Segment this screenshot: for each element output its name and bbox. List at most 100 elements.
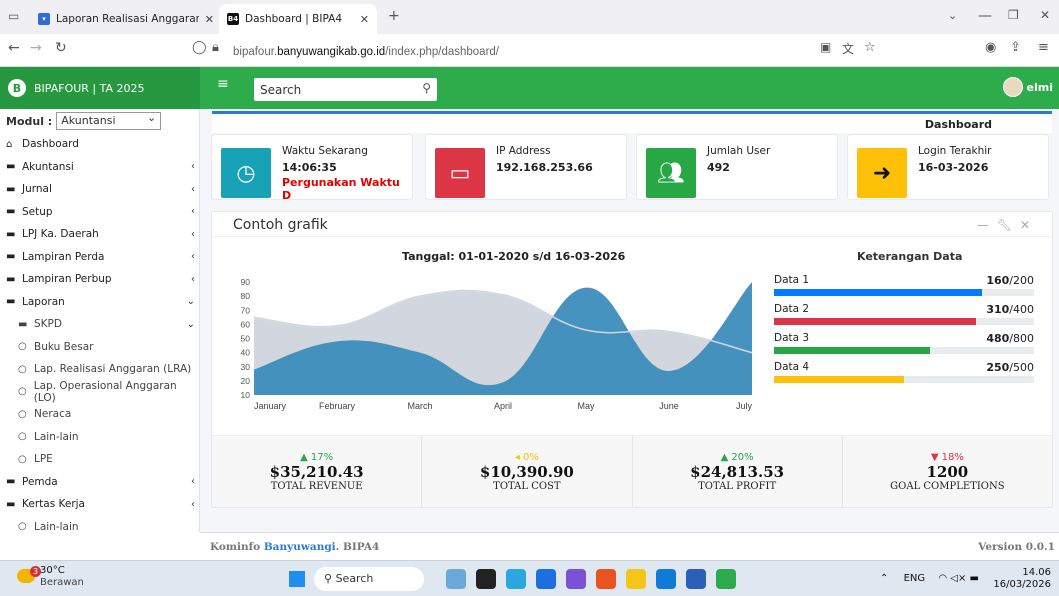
footer-suffix: . BIPA4 [335, 541, 380, 553]
window-close-icon[interactable]: ✕ [1040, 8, 1050, 22]
collapse-icon[interactable]: — [977, 218, 997, 232]
tab-list-icon[interactable]: ▭ [8, 9, 19, 23]
sidebar-item[interactable]: ○ Lap. Realisasi Anggaran (LRA) [0, 358, 199, 381]
wifi-icon[interactable]: ◠ [938, 573, 947, 584]
app-icon-browser[interactable] [536, 569, 556, 589]
stat-block: ◂ 0% $10,390.90 TOTAL COST [422, 436, 633, 507]
browser-tab-dashboard[interactable]: B4 Dashboard | BIPA4 ✕ [219, 4, 377, 34]
restore-icon[interactable]: ❐ [1008, 8, 1019, 22]
app-icon-whatsapp[interactable] [506, 569, 526, 589]
progress-num: 250 [986, 361, 1010, 374]
info-box-value: 14:06:35 [282, 161, 337, 174]
progress-bar [774, 289, 1034, 296]
windows-start-icon[interactable] [289, 571, 305, 587]
circle-icon: ○ [18, 453, 27, 465]
sidebar-item[interactable]: ▬ SKPD ⌄ [0, 313, 199, 336]
folder-icon: ▬ [6, 183, 16, 195]
info-box-label: Jumlah User [707, 145, 771, 157]
new-tab-icon[interactable]: + [388, 8, 400, 24]
app-icon-explorer[interactable] [626, 569, 646, 589]
search-input[interactable]: Search ⚲ [254, 78, 437, 101]
volume-icon[interactable]: ◁× [950, 573, 966, 584]
reader-view-icon[interactable]: ▣ [820, 40, 831, 54]
system-tray: ⌃ ENG ◠ ◁× ▬ [880, 573, 979, 584]
x-tick-label: March [407, 401, 432, 411]
folder-icon: ▬ [6, 296, 16, 308]
sidebar-item[interactable]: ○ LPE [0, 448, 199, 471]
sidebar-item[interactable]: ▬ Laporan ⌄ [0, 291, 199, 314]
brand-title: BIPAFOUR | TA 2025 [34, 81, 145, 95]
battery-icon[interactable]: ▬ [970, 573, 979, 584]
user-name: elmi [1026, 80, 1053, 94]
app-icon-firefox[interactable] [596, 569, 616, 589]
y-tick-label: 40 [241, 348, 251, 358]
lock-icon[interactable]: 🔒︎ [212, 40, 219, 55]
stat-label: TOTAL REVENUE [270, 481, 363, 492]
taskbar-search[interactable]: ⚲ Search [314, 567, 424, 591]
sidebar-item[interactable]: ▬ Akuntansi ‹ [0, 156, 199, 179]
y-tick-label: 60 [241, 319, 251, 329]
progress-bar [774, 347, 1034, 354]
minimize-icon[interactable]: — [978, 8, 992, 24]
sidebar-item[interactable]: ○ Buku Besar [0, 336, 199, 359]
app-icon-terminal[interactable] [476, 569, 496, 589]
progress-den: /800 [1009, 332, 1034, 345]
app-icon-photos[interactable] [446, 569, 466, 589]
card-close-icon[interactable]: ✕ [1020, 218, 1038, 232]
app-icon-word[interactable] [686, 569, 706, 589]
shield-icon[interactable]: ◯ [192, 40, 207, 55]
sidebar-item[interactable]: ▬ LPJ Ka. Daerah ‹ [0, 223, 199, 246]
tab-dropdown-icon[interactable]: ⌄ [948, 9, 957, 22]
app-icon-chrome[interactable] [716, 569, 736, 589]
sidebar-item[interactable]: ▬ Lampiran Perda ‹ [0, 246, 199, 269]
wrench-icon[interactable]: 🔧︎ [997, 218, 1020, 232]
menu-icon[interactable]: ≡ [1038, 40, 1049, 55]
extensions-icon[interactable]: ⇪ [1010, 40, 1021, 55]
tray-chevron-icon[interactable]: ⌃ [880, 573, 888, 584]
search-icon[interactable]: ⚲ [422, 81, 431, 95]
user-menu[interactable]: elmi [1002, 77, 1053, 97]
progress-fill [774, 318, 976, 325]
address-bar[interactable]: bipafour.banyuwangikab.go.id/index.php/d… [233, 46, 499, 58]
forward-icon[interactable]: → [30, 40, 42, 56]
sidebar-item-label: Lain-lain [34, 430, 79, 443]
back-icon[interactable]: ← [8, 40, 20, 56]
brand-logo-icon: B [8, 79, 26, 97]
translate-icon[interactable]: 文 [842, 40, 854, 57]
users-icon: 👥︎ [646, 148, 696, 198]
tab-close-icon[interactable]: ✕ [360, 13, 369, 26]
y-tick-label: 50 [241, 334, 251, 344]
sidebar-item[interactable]: ▬ Setup ‹ [0, 201, 199, 224]
stat-value: $35,210.43 [269, 463, 364, 481]
reload-icon[interactable]: ↻ [55, 40, 67, 56]
sidebar-item[interactable]: ○ Lap. Operasional Anggaran (LO) [0, 380, 199, 404]
app-icon-copilot[interactable] [566, 569, 586, 589]
account-icon[interactable]: ◉ [985, 40, 996, 55]
sidebar-item-label: Laporan [22, 295, 65, 308]
sidebar-item-label: LPJ Ka. Daerah [22, 228, 99, 241]
tab-close-icon[interactable]: ✕ [205, 13, 214, 26]
sidebar-item[interactable]: ▬ Pemda ‹ [0, 471, 199, 494]
lang-indicator[interactable]: ENG [904, 573, 926, 584]
avatar [1002, 77, 1023, 97]
sidebar-item[interactable]: ▬ Lampiran Perbup ‹ [0, 268, 199, 291]
sidebar-item[interactable]: ○ Neraca [0, 403, 199, 426]
stat-block: ▲ 20% $24,813.53 TOTAL PROFIT [633, 436, 843, 507]
clock[interactable]: 14.06 16/03/2026 [993, 567, 1051, 591]
sidebar-item[interactable]: ⌂ Dashboard [0, 133, 199, 156]
browser-tab-lra[interactable]: ▾ Laporan Realisasi Anggaran - Al ✕ [30, 4, 222, 34]
modul-select[interactable]: Akuntansi [56, 111, 162, 130]
sidebar-item-label: SKPD [34, 318, 62, 331]
weather-widget[interactable]: 30°C Berawan [40, 565, 84, 589]
hamburger-menu-icon[interactable]: ≡ [217, 76, 229, 92]
sidebar-item[interactable]: ○ Lain-lain [0, 426, 199, 449]
app-brand[interactable]: B BIPAFOUR | TA 2025 [0, 67, 200, 109]
sidebar-menu: ⌂ Dashboard ▬ Akuntansi ‹ ▬ Jurnal ‹ ▬ Setup ‹ ▬ LPJ… [0, 133, 199, 538]
footer-org-link[interactable]: Banyuwangi [264, 541, 336, 553]
app-icon-edge[interactable] [656, 569, 676, 589]
progress-num: 160 [986, 274, 1010, 287]
bookmark-star-icon[interactable]: ☆ [864, 40, 876, 55]
sidebar-item[interactable]: ▬ Kertas Kerja ‹ [0, 493, 199, 516]
sidebar-item[interactable]: ▬ Jurnal ‹ [0, 178, 199, 201]
sidebar-item[interactable]: ○ Lain-lain [0, 516, 199, 539]
